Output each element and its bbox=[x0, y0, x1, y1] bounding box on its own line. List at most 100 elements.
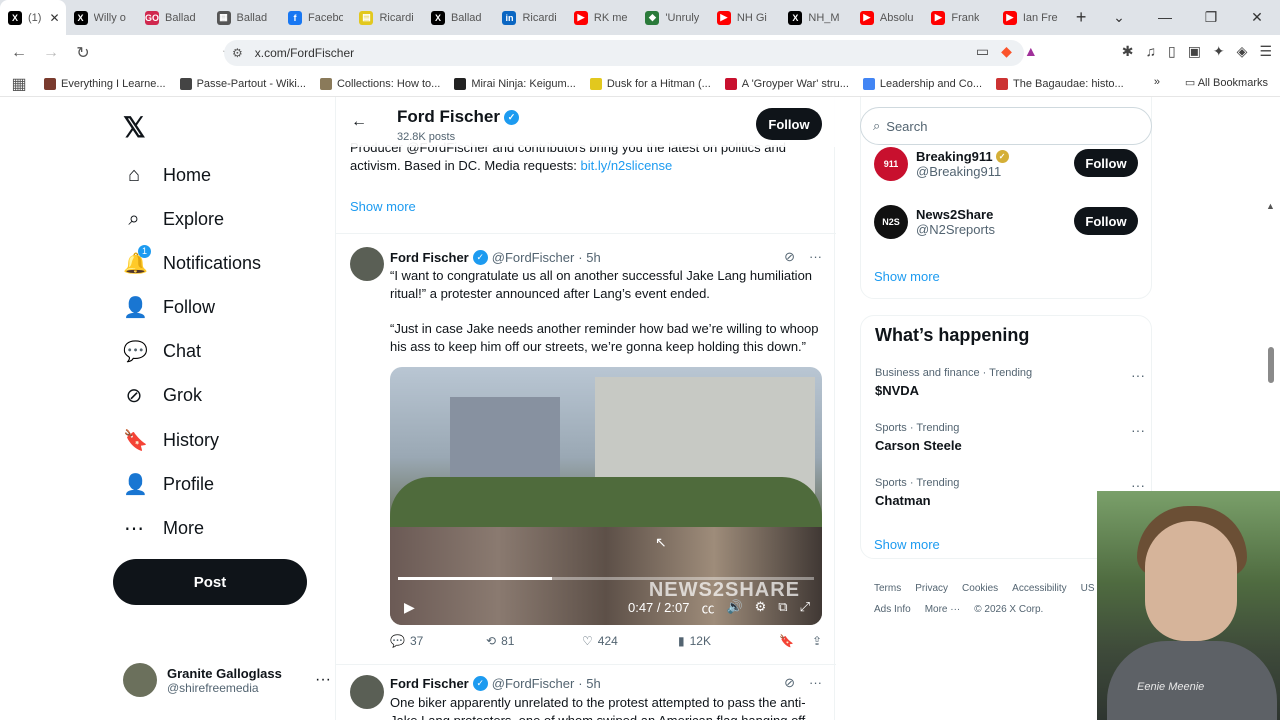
site-info-icon[interactable]: ⚙ bbox=[232, 46, 243, 60]
bio-link[interactable]: bit.ly/n2slicense bbox=[580, 158, 672, 173]
tab-search-icon[interactable]: ⌄ bbox=[1096, 9, 1142, 26]
follow-button[interactable]: Follow bbox=[1074, 207, 1138, 235]
wallet-icon[interactable]: ▣ bbox=[1188, 43, 1201, 60]
footer-link[interactable]: Ads Info bbox=[874, 604, 911, 615]
tweet-time[interactable]: · 5h bbox=[578, 250, 600, 265]
browser-tab[interactable]: X Willy o bbox=[66, 0, 137, 35]
footer-link[interactable]: Privacy bbox=[915, 583, 948, 594]
nav-item-home[interactable]: ⌂ Home bbox=[123, 160, 211, 190]
bookmark-item[interactable]: The Bagaudae: histo... bbox=[996, 77, 1124, 90]
more-horizontal-icon[interactable]: ··· bbox=[315, 671, 331, 689]
apps-grid-icon[interactable]: ▦ bbox=[6, 74, 32, 94]
follow-button[interactable]: Follow bbox=[1074, 149, 1138, 177]
scrollbar[interactable] bbox=[1268, 347, 1274, 383]
who-to-follow-item[interactable]: 911 Breaking911 ✓ @Breaking911 Follow bbox=[874, 147, 1138, 181]
share-icon[interactable]: ⇪ bbox=[812, 634, 822, 648]
fullscreen-icon[interactable]: ⤢ bbox=[800, 599, 810, 615]
tweet-video[interactable]: NEWS2SHARE ▶ 0:47 / 2:07 ㏄ 🔊 ⚙ ⧉ ⤢ bbox=[390, 367, 822, 625]
browser-tab[interactable]: in Ricardi bbox=[494, 0, 565, 35]
bookmark-item[interactable]: Leadership and Co... bbox=[862, 77, 982, 90]
forward-arrow-icon[interactable]: → bbox=[38, 44, 64, 62]
tweet-author-name[interactable]: Ford Fischer bbox=[390, 250, 469, 265]
captions-icon[interactable]: ㏄ bbox=[701, 598, 714, 617]
repost-button[interactable]: ⟲ 81 bbox=[486, 634, 582, 648]
brave-shield-icon[interactable]: ◆ bbox=[1001, 43, 1012, 60]
browser-tab[interactable]: ◆ 'Unruly bbox=[637, 0, 708, 35]
scroll-up-arrow-icon[interactable]: ▲ bbox=[1266, 201, 1275, 211]
x-logo-icon[interactable]: 𝕏 bbox=[123, 111, 146, 144]
volume-icon[interactable]: 🔊 bbox=[726, 599, 742, 615]
like-button[interactable]: ♡ 424 bbox=[582, 634, 678, 648]
trends-show-more[interactable]: Show more bbox=[874, 537, 940, 552]
brave-rewards-icon[interactable]: ▲ bbox=[1024, 43, 1038, 60]
nav-item-follow[interactable]: 👤 Follow bbox=[123, 292, 215, 322]
bookmark-item[interactable]: Mirai Ninja: Keigum... bbox=[454, 77, 576, 90]
bookmark-item[interactable]: Dusk for a Hitman (... bbox=[589, 77, 711, 90]
who-to-follow-item[interactable]: N2S News2Share @N2Sreports Follow bbox=[874, 205, 1138, 239]
trend-item[interactable]: Business and finance · Trending $NVDA ··· bbox=[875, 367, 1145, 398]
more-horizontal-icon[interactable]: ··· bbox=[809, 675, 822, 691]
bookmark-icon[interactable]: 🔖 bbox=[779, 634, 794, 648]
url-input[interactable]: ⚙ x.com/FordFischer bbox=[224, 40, 1024, 66]
nav-item-chat[interactable]: 💬 Chat bbox=[123, 336, 201, 366]
sidebar-icon[interactable]: ▯ bbox=[1168, 43, 1176, 60]
nav-item-more[interactable]: ⋯ More bbox=[123, 513, 204, 543]
leo-icon[interactable]: ✦ bbox=[1213, 43, 1225, 60]
all-bookmarks-button[interactable]: ▭ All Bookmarks bbox=[1185, 76, 1268, 89]
browser-tab[interactable]: X Ballad bbox=[423, 0, 494, 35]
search-input[interactable]: ⌕ Search bbox=[860, 107, 1152, 145]
footer-link[interactable]: Cookies bbox=[962, 583, 998, 594]
nav-item-notifications[interactable]: 🔔 1 Notifications bbox=[123, 244, 261, 278]
tweet[interactable]: Ford Fischer ✓ @FordFischer · 5h ⊘ ··· O… bbox=[336, 667, 836, 720]
close-window-icon[interactable]: ✕ bbox=[1234, 9, 1280, 26]
browser-tab[interactable]: ▶ NH Gi bbox=[709, 0, 780, 35]
settings-icon[interactable]: ⚙ bbox=[755, 599, 767, 615]
tweet-author-handle[interactable]: @FordFischer bbox=[492, 676, 575, 691]
more-horizontal-icon[interactable]: ··· bbox=[1131, 367, 1145, 383]
bookmark-item[interactable]: Passe-Partout - Wiki... bbox=[179, 77, 306, 90]
new-tab-icon[interactable]: + bbox=[1066, 7, 1096, 28]
browser-tab[interactable]: GO Ballad bbox=[137, 0, 208, 35]
nav-item-grok[interactable]: ⊘ Grok bbox=[123, 380, 202, 410]
grok-icon[interactable]: ⊘ bbox=[784, 249, 795, 265]
browser-tab[interactable]: X (1) ✕ bbox=[0, 0, 66, 35]
back-arrow-icon[interactable]: ← bbox=[6, 44, 32, 62]
nav-item-history[interactable]: 🔖 History bbox=[123, 425, 219, 455]
browser-tab[interactable]: ▶ RK me bbox=[566, 0, 637, 35]
extensions-icon[interactable]: ✱ bbox=[1122, 43, 1134, 60]
browser-tab[interactable]: ▶ Frank bbox=[923, 0, 994, 35]
bookmark-item[interactable]: Everything I Learne... bbox=[44, 77, 166, 90]
follow-button[interactable]: Follow bbox=[756, 108, 822, 140]
minimize-icon[interactable]: — bbox=[1142, 9, 1188, 26]
browser-tab[interactable]: ▶ Absolu bbox=[852, 0, 923, 35]
footer-link[interactable]: Accessibility bbox=[1012, 583, 1066, 594]
cast-icon[interactable]: ▭ bbox=[976, 43, 989, 60]
more-bookmarks-icon[interactable]: » bbox=[1154, 76, 1160, 88]
vpn-icon[interactable]: ◈ bbox=[1237, 43, 1248, 60]
browser-tab[interactable]: ▶ Ian Fre bbox=[995, 0, 1066, 35]
close-icon[interactable]: ✕ bbox=[49, 11, 59, 25]
bookmark-item[interactable]: Collections: How to... bbox=[319, 77, 440, 90]
restore-icon[interactable]: ❐ bbox=[1188, 9, 1234, 26]
tweet-author-name[interactable]: Ford Fischer bbox=[390, 676, 469, 691]
browser-tab[interactable]: ▦ Ballad bbox=[209, 0, 280, 35]
tweet-author-handle[interactable]: @FordFischer bbox=[492, 250, 575, 265]
trend-item[interactable]: Sports · Trending Carson Steele ··· bbox=[875, 422, 1145, 453]
grok-icon[interactable]: ⊘ bbox=[784, 675, 795, 691]
back-arrow-icon[interactable]: ← bbox=[351, 113, 367, 131]
video-progress-bar[interactable] bbox=[398, 577, 814, 580]
views-button[interactable]: ▮ 12K bbox=[678, 634, 774, 648]
nav-item-profile[interactable]: 👤 Profile bbox=[123, 469, 214, 499]
bookmark-item[interactable]: A 'Groyper War' stru... bbox=[724, 77, 849, 90]
media-icon[interactable]: ♫ bbox=[1145, 43, 1156, 60]
reload-icon[interactable]: ↻ bbox=[70, 43, 96, 63]
more-horizontal-icon[interactable]: ··· bbox=[809, 249, 822, 265]
who-to-follow-show-more[interactable]: Show more bbox=[874, 269, 940, 284]
account-switcher[interactable]: Granite Galloglass @shirefreemedia ··· bbox=[123, 663, 331, 697]
play-icon[interactable]: ▶ bbox=[404, 599, 415, 616]
nav-item-explore[interactable]: ⌕ Explore bbox=[123, 204, 224, 234]
more-horizontal-icon[interactable]: ··· bbox=[1131, 422, 1145, 438]
footer-link[interactable]: More ··· bbox=[925, 604, 961, 615]
reply-button[interactable]: 💬 37 bbox=[390, 634, 486, 648]
bio-show-more-link[interactable]: Show more bbox=[350, 199, 416, 214]
